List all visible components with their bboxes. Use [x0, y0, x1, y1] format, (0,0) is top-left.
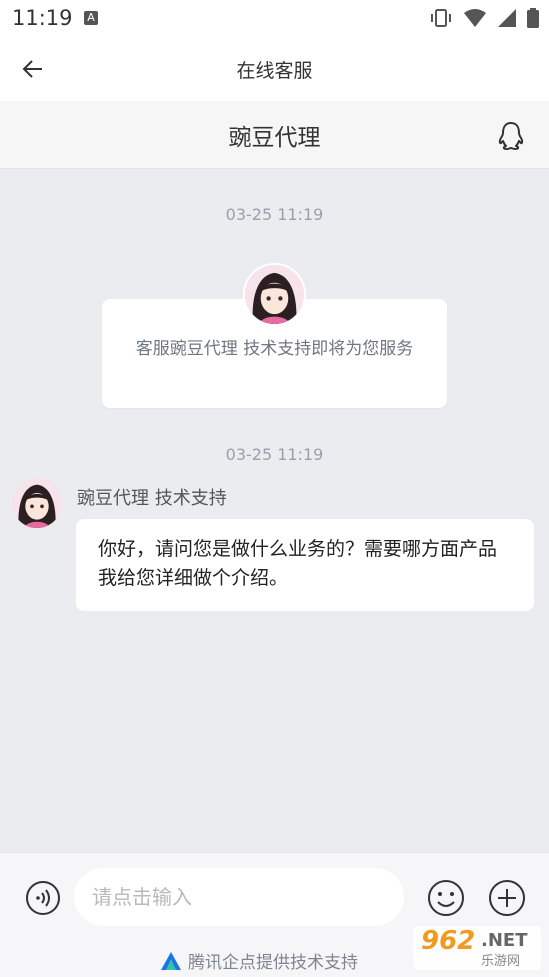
plus-icon	[489, 880, 525, 916]
watermark-number: 962	[421, 926, 476, 956]
voice-button[interactable]	[25, 880, 61, 916]
timestamp: 03-25 11:19	[225, 445, 324, 464]
emoji-icon	[428, 880, 464, 916]
agent-message-bubble: 你好，请问您是做什么业务的？需要哪方面产品我给您详细做个介绍。	[76, 519, 534, 611]
status-time: 11:19	[12, 6, 73, 30]
chat-header: 豌豆代理	[0, 101, 549, 169]
emoji-button[interactable]	[427, 879, 465, 917]
chat-title: 豌豆代理	[228, 125, 321, 151]
agent-avatar-large	[243, 263, 306, 326]
plus-button[interactable]	[488, 879, 526, 917]
qq-penguin-icon	[498, 122, 524, 150]
message-input[interactable]	[74, 868, 404, 926]
powered-by: 腾讯企点提供技术支持	[160, 948, 358, 973]
qq-button[interactable]	[497, 121, 525, 151]
status-bar: 11:19 A	[0, 0, 549, 36]
watermark-subtitle: 乐游网	[481, 954, 521, 969]
voice-icon	[26, 881, 60, 915]
notification-icon: A	[84, 11, 98, 25]
signal-icon	[498, 9, 516, 27]
tencent-qidian-logo-icon	[161, 951, 181, 970]
watermark-domain: .NET	[481, 930, 528, 951]
service-notice-text: 客服豌豆代理 技术支持即将为您服务	[135, 339, 414, 359]
agent-name: 豌豆代理 技术支持	[77, 488, 227, 509]
watermark-logo: 962 .NET 乐游网	[413, 926, 541, 970]
vibrate-icon	[431, 9, 451, 27]
nav-bar: 在线客服	[0, 36, 549, 101]
wifi-icon	[464, 9, 486, 27]
powered-by-text: 腾讯企点提供技术支持	[188, 953, 358, 973]
page-title: 在线客服	[236, 60, 313, 82]
agent-avatar[interactable]	[12, 478, 62, 528]
battery-icon	[527, 8, 539, 28]
status-icons	[429, 8, 539, 28]
timestamp: 03-25 11:19	[225, 205, 324, 224]
